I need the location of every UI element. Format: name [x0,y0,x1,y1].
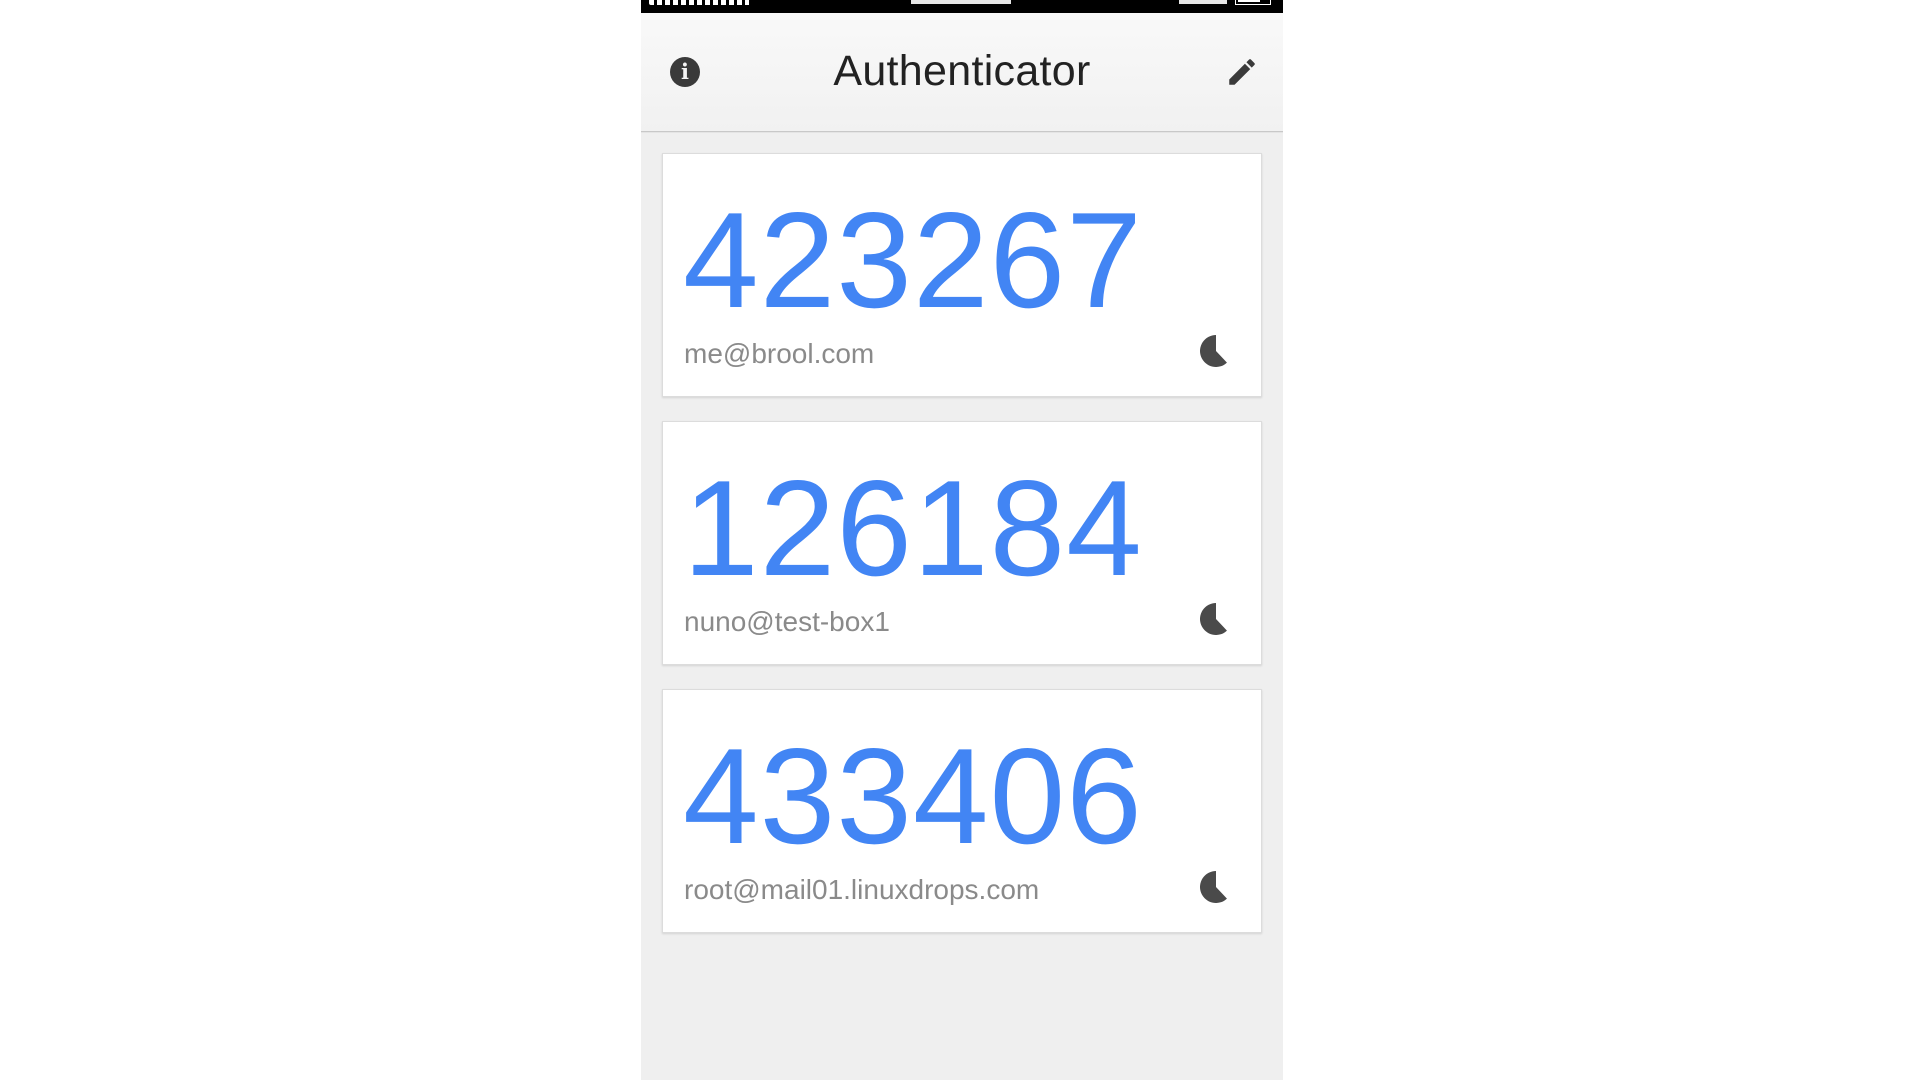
account-name: me@brool.com [684,338,875,369]
timer-remaining-wedge [1200,603,1227,635]
app-header: i Authenticator [641,13,1283,132]
otp-code: 433406 [683,720,1143,872]
pencil-icon [1229,59,1255,85]
account-name: nuno@test-box1 [684,606,890,637]
battery-icon [1235,0,1271,5]
account-card[interactable]: 423267 me@brool.com [662,153,1262,397]
account-card[interactable]: 433406 root@mail01.linuxdrops.com [662,689,1262,933]
timer-remaining-wedge [1200,335,1227,367]
status-time [911,0,1011,4]
countdown-timer-icon [1200,335,1227,367]
otp-code: 423267 [683,184,1143,336]
countdown-timer-icon [1200,871,1227,903]
signal-strength-icon [649,0,749,5]
account-card[interactable]: 126184 nuno@test-box1 [662,421,1262,665]
app-title: Authenticator [833,47,1091,95]
phone-screen: i Authenticator 423267 me@brool.com 1261… [641,0,1283,1080]
timer-remaining-wedge [1200,871,1227,903]
status-bar [641,0,1283,13]
edit-button[interactable] [1219,49,1265,95]
countdown-timer-icon [1200,603,1227,635]
battery-percentage [1179,0,1227,4]
account-name: root@mail01.linuxdrops.com [684,874,1040,905]
account-list: 423267 me@brool.com 126184 nuno@test-box… [662,153,1262,957]
otp-code: 126184 [683,452,1143,604]
